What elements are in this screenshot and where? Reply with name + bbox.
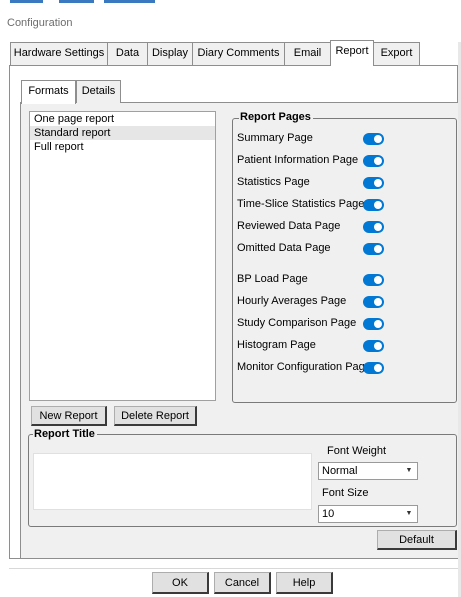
- toggle-patient-information-page[interactable]: [363, 155, 384, 167]
- window-title: Configuration: [7, 17, 73, 29]
- font-weight-select[interactable]: Normal ▼: [318, 462, 418, 480]
- default-button[interactable]: Default: [377, 530, 457, 550]
- toggle-monitor-configuration-page[interactable]: [363, 362, 384, 374]
- tab-data[interactable]: Data: [107, 42, 148, 65]
- window-edge-stub: [59, 0, 94, 3]
- page-label-summary: Summary Page: [237, 132, 313, 144]
- tab-display[interactable]: Display: [147, 42, 193, 65]
- page-label-statistics: Statistics Page: [237, 176, 310, 188]
- subtab-formats[interactable]: Formats: [21, 80, 76, 104]
- tab-diary-comments[interactable]: Diary Comments: [192, 42, 285, 65]
- toggle-study-comparison-page[interactable]: [363, 318, 384, 330]
- cancel-button[interactable]: Cancel: [214, 572, 271, 594]
- page-label-histogram: Histogram Page: [237, 339, 316, 351]
- toggle-time-slice-statistics-page[interactable]: [363, 199, 384, 211]
- page-label-monitor-configuration: Monitor Configuration Page: [237, 361, 371, 373]
- report-pages-legend: Report Pages: [239, 111, 313, 123]
- tab-email[interactable]: Email: [284, 42, 331, 65]
- footer-divider: [9, 568, 458, 569]
- page-label-omitted-data: Omitted Data Page: [237, 242, 331, 254]
- font-size-label: Font Size: [322, 487, 369, 499]
- report-title-textarea[interactable]: [33, 453, 312, 510]
- font-size-select[interactable]: 10 ▼: [318, 505, 418, 523]
- toggle-omitted-data-page[interactable]: [363, 243, 384, 255]
- page-label-study-comparison: Study Comparison Page: [237, 317, 357, 329]
- help-button[interactable]: Help: [276, 572, 333, 594]
- list-item-standard-report[interactable]: Standard report: [30, 126, 215, 140]
- page-label-reviewed-data: Reviewed Data Page: [237, 220, 341, 232]
- toggle-statistics-page[interactable]: [363, 177, 384, 189]
- font-weight-label: Font Weight: [327, 445, 387, 457]
- window-edge-stub: [10, 0, 43, 3]
- page-label-hourly-averages: Hourly Averages Page: [237, 295, 347, 307]
- subtab-details[interactable]: Details: [76, 80, 121, 103]
- list-item-one-page-report[interactable]: One page report: [30, 112, 215, 126]
- toggle-hourly-averages-page[interactable]: [363, 296, 384, 308]
- ok-button[interactable]: OK: [152, 572, 209, 594]
- toggle-bp-load-page[interactable]: [363, 274, 384, 286]
- delete-report-button[interactable]: Delete Report: [114, 406, 197, 426]
- font-weight-value: Normal: [322, 465, 358, 477]
- chevron-down-icon: ▼: [405, 510, 413, 517]
- chevron-down-icon: ▼: [405, 467, 413, 474]
- page-label-time-slice-statistics: Time-Slice Statistics Page: [237, 198, 365, 210]
- window-edge-stub: [104, 0, 155, 3]
- tab-hardware-settings[interactable]: Hardware Settings: [10, 42, 108, 65]
- toggle-histogram-page[interactable]: [363, 340, 384, 352]
- font-size-value: 10: [322, 508, 335, 520]
- list-item-full-report[interactable]: Full report: [30, 140, 215, 154]
- report-title-legend: Report Title: [33, 428, 97, 440]
- toggle-summary-page[interactable]: [363, 133, 384, 145]
- page-label-patient-information: Patient Information Page: [237, 154, 359, 166]
- toggle-reviewed-data-page[interactable]: [363, 221, 384, 233]
- report-formats-list[interactable]: One page report Standard report Full rep…: [29, 111, 216, 401]
- tab-report[interactable]: Report: [330, 40, 374, 66]
- tab-export[interactable]: Export: [373, 42, 420, 65]
- page-label-bp-load: BP Load Page: [237, 273, 308, 285]
- new-report-button[interactable]: New Report: [31, 406, 107, 426]
